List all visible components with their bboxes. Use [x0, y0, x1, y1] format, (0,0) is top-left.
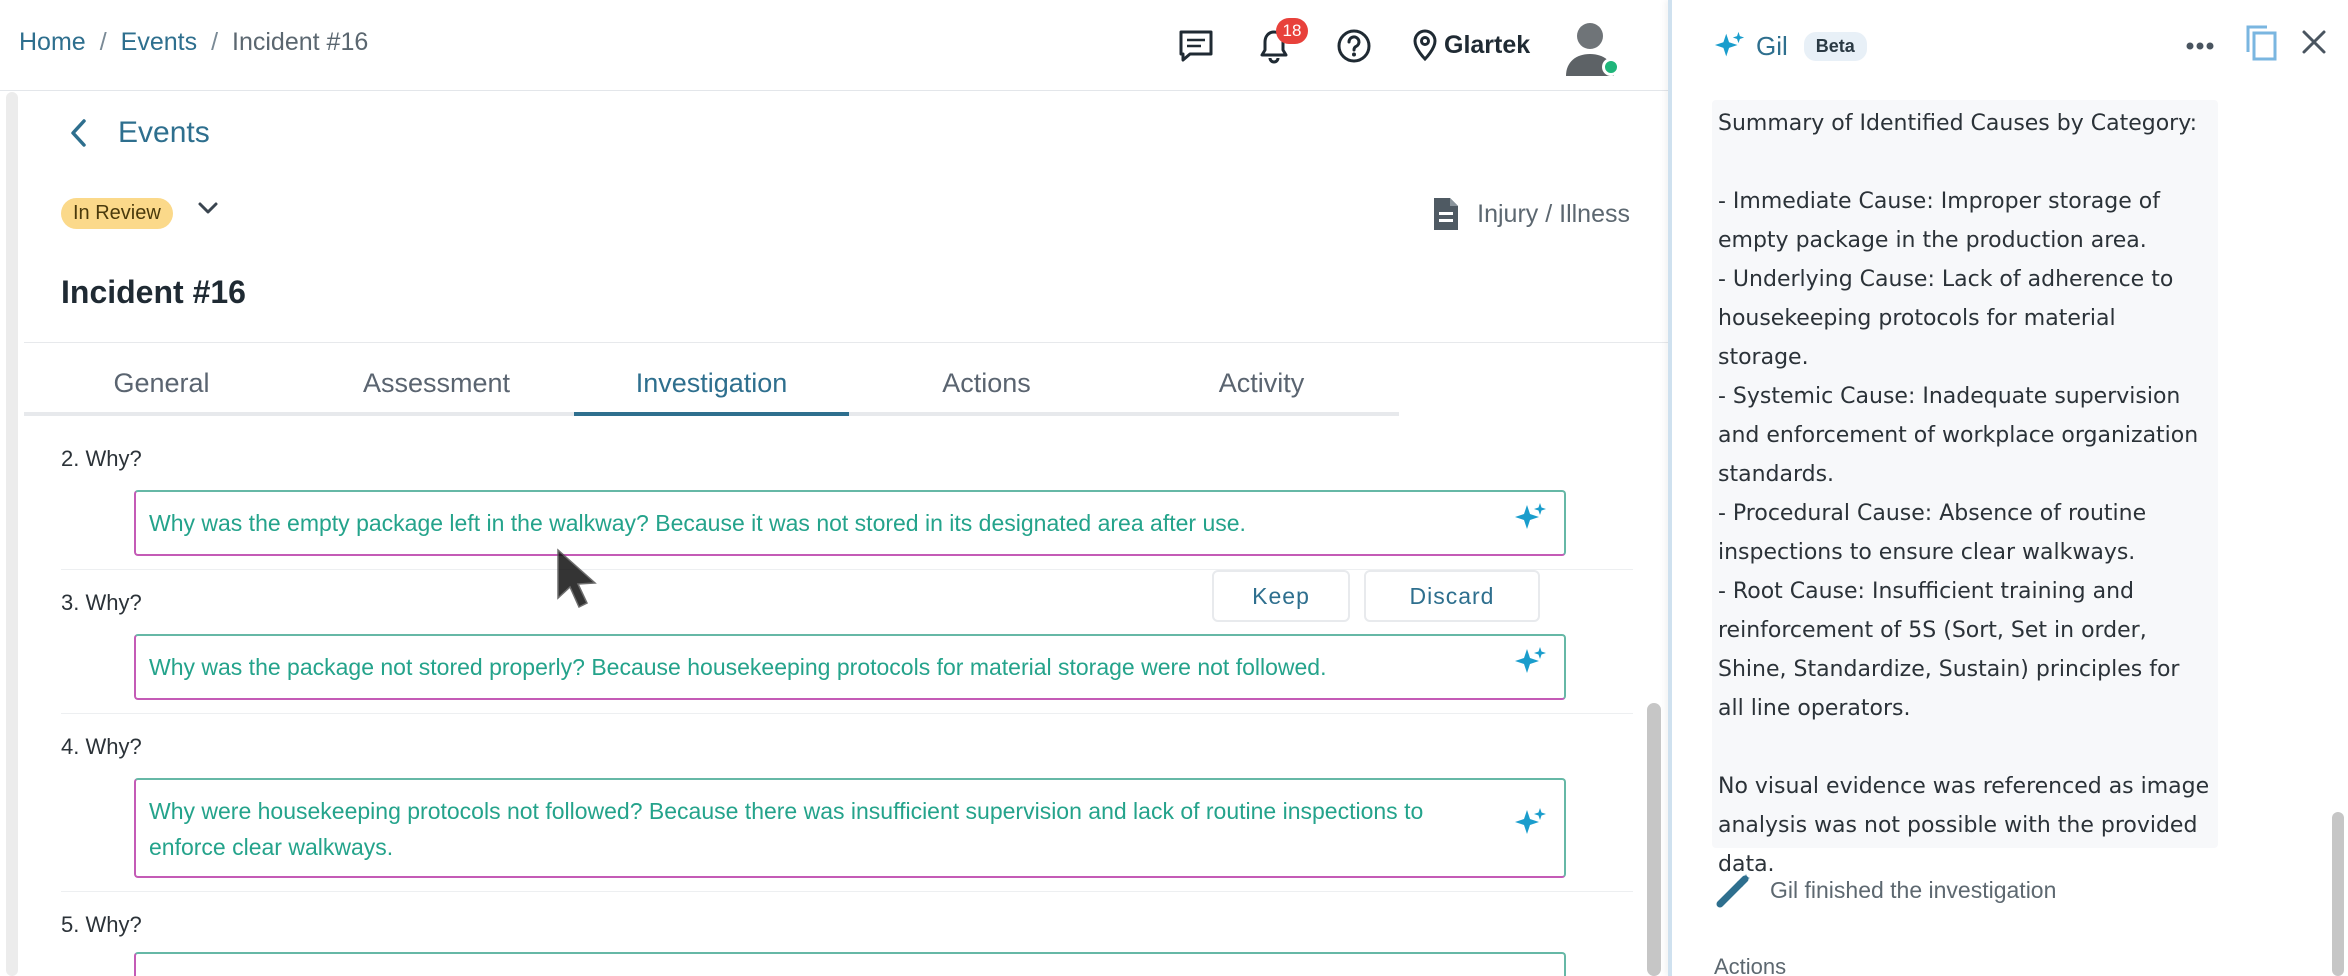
back-label: Events: [118, 116, 210, 149]
tab-actions[interactable]: Actions: [849, 364, 1124, 416]
assistant-status: Gil finished the investigation: [1716, 872, 2056, 908]
summary-line: - Systemic Cause: Inadequate supervision…: [1718, 384, 2206, 487]
why-label: 5. Why?: [61, 912, 142, 937]
assistant-summary: Summary of Identified Causes by Category…: [1712, 100, 2218, 877]
user-avatar[interactable]: [1562, 16, 1620, 76]
breadcrumb-events[interactable]: Events: [121, 28, 197, 57]
main-area: Home / Events / Incident #16 18 Glartek …: [0, 0, 1668, 976]
breadcrumb-home[interactable]: Home: [19, 28, 86, 57]
assistant-header: Gil Beta: [1672, 0, 2348, 96]
why-answer-field[interactable]: Why were housekeeping protocols not foll…: [134, 778, 1566, 878]
investigation-whys: 2. Why? Why was the empty package left i…: [24, 432, 1644, 976]
chat-icon[interactable]: [1176, 26, 1216, 66]
breadcrumb-separator: /: [211, 28, 219, 56]
why-answer-field[interactable]: [134, 952, 1566, 976]
assistant-brand: Gil Beta: [1714, 30, 1867, 62]
assistant-name: Gil: [1756, 30, 1788, 61]
more-options-icon[interactable]: [2186, 38, 2214, 56]
main-scrollbar[interactable]: [1647, 703, 1661, 976]
page-title: Incident #16: [61, 274, 246, 310]
status-badge[interactable]: In Review: [61, 198, 173, 229]
notification-badge: 18: [1276, 18, 1308, 44]
breadcrumb: Home / Events / Incident #16: [19, 28, 368, 57]
why-answer-field[interactable]: Why was the empty package left in the wa…: [134, 490, 1566, 556]
chevron-down-icon[interactable]: [196, 200, 220, 221]
row-divider: [61, 713, 1633, 714]
app-window: Home / Events / Incident #16 18 Glartek …: [0, 0, 2348, 976]
left-scroll-rail: [6, 92, 18, 976]
why-label: 2. Why?: [61, 446, 142, 471]
tab-activity[interactable]: Activity: [1124, 364, 1399, 416]
ai-sparkle-icon[interactable]: [1514, 806, 1548, 850]
summary-line: - Procedural Cause: Absence of routine i…: [1718, 501, 2154, 565]
why-answer-text: Why was the empty package left in the wa…: [149, 510, 1246, 536]
divider: [24, 342, 1668, 343]
summary-line: [1718, 143, 2212, 182]
row-divider: [61, 891, 1633, 892]
close-icon[interactable]: [2300, 28, 2328, 61]
location-pin-icon: [1413, 29, 1437, 62]
event-type: Injury / Illness: [1431, 196, 1630, 232]
mouse-cursor-icon: [554, 548, 602, 617]
summary-line: - Immediate Cause: Improper storage of e…: [1718, 189, 2167, 253]
summary-line: - Root Cause: Insufficient training and …: [1718, 579, 2187, 721]
why-label: 3. Why?: [61, 590, 142, 615]
event-type-label: Injury / Illness: [1477, 199, 1630, 228]
actions-section-label: Actions: [1714, 954, 1787, 976]
keep-button[interactable]: Keep: [1212, 570, 1350, 622]
summary-line: No visual evidence was referenced as ima…: [1718, 774, 2217, 877]
back-button[interactable]: Events: [68, 116, 210, 150]
site-name: Glartek: [1444, 30, 1531, 59]
breadcrumb-current: Incident #16: [232, 28, 369, 56]
summary-line: [1718, 728, 2212, 767]
copy-icon[interactable]: [2244, 24, 2278, 67]
why-answer-field[interactable]: Why was the package not stored properly?…: [134, 634, 1566, 700]
document-icon: [1434, 198, 1459, 230]
beta-badge: Beta: [1803, 31, 1867, 61]
breadcrumb-separator: /: [99, 28, 107, 56]
notifications-button[interactable]: 18: [1254, 18, 1308, 66]
tab-bar: General Assessment Investigation Actions…: [24, 364, 1399, 416]
summary-line: - Underlying Cause: Lack of adherence to…: [1718, 267, 2181, 370]
chevron-left-icon: [71, 119, 86, 147]
ai-sparkle-icon[interactable]: [1514, 501, 1548, 545]
site-selector[interactable]: Glartek: [1412, 28, 1530, 62]
tab-investigation[interactable]: Investigation: [574, 364, 849, 416]
assistant-status-text: Gil finished the investigation: [1770, 876, 2057, 903]
ai-sparkle-icon: [1714, 31, 1745, 57]
discard-button[interactable]: Discard: [1364, 570, 1540, 622]
assistant-panel: Gil Beta Summary of Identified Causes by…: [1668, 0, 2348, 976]
page-header: Events In Review Injury / Illness Incide…: [24, 92, 1668, 432]
why-answer-text: Why were housekeeping protocols not foll…: [149, 798, 1424, 860]
magic-wand-icon: [1716, 874, 1750, 908]
ai-sparkle-icon[interactable]: [1514, 645, 1548, 689]
online-status-dot: [1602, 58, 1620, 76]
why-answer-text: Why was the package not stored properly?…: [149, 654, 1327, 680]
why-label: 4. Why?: [61, 734, 142, 759]
tab-general[interactable]: General: [24, 364, 299, 416]
summary-line: Summary of Identified Causes by Category…: [1718, 111, 2198, 136]
panel-scrollbar[interactable]: [2332, 812, 2344, 976]
help-icon[interactable]: [1334, 26, 1374, 66]
top-bar: Home / Events / Incident #16 18 Glartek: [0, 0, 1668, 91]
tab-assessment[interactable]: Assessment: [299, 364, 574, 416]
